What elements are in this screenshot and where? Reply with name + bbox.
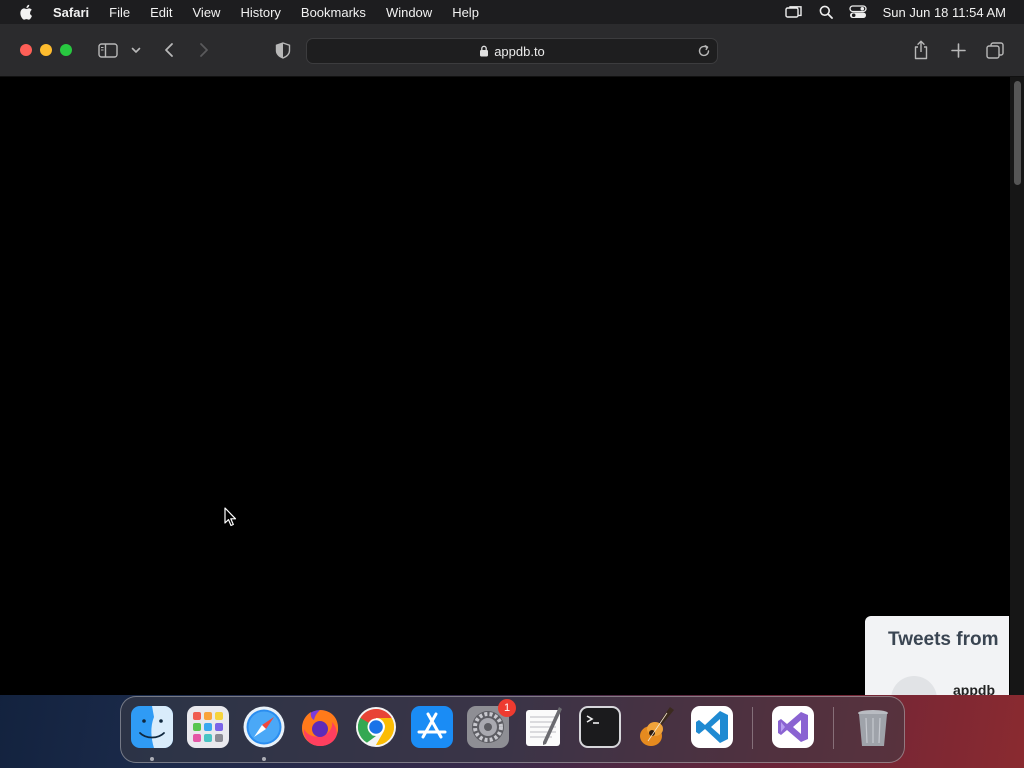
finder-running-indicator bbox=[150, 757, 154, 761]
menu-bar: Safari File Edit View History Bookmarks … bbox=[0, 0, 1024, 24]
window-close-button[interactable] bbox=[20, 44, 32, 56]
menu-help[interactable]: Help bbox=[452, 5, 479, 20]
dock-item-app-store[interactable] bbox=[410, 705, 454, 749]
avatar[interactable] bbox=[891, 676, 937, 695]
tab-groups-chevron-down-icon[interactable] bbox=[130, 45, 142, 55]
reload-icon[interactable] bbox=[697, 44, 711, 58]
dock-separator bbox=[752, 707, 753, 749]
address-bar[interactable]: appdb.to bbox=[306, 38, 718, 64]
window-minimize-button[interactable] bbox=[40, 44, 52, 56]
finder-icon bbox=[131, 706, 173, 748]
menu-window[interactable]: Window bbox=[386, 5, 432, 20]
menu-bar-clock[interactable]: Sun Jun 18 11:54 AM bbox=[883, 5, 1006, 20]
mouse-pointer-icon bbox=[224, 507, 237, 527]
apple-menu-icon[interactable] bbox=[18, 3, 36, 21]
window-zoom-button[interactable] bbox=[60, 44, 72, 56]
dock-item-trash[interactable] bbox=[851, 705, 895, 749]
dock-item-launchpad[interactable] bbox=[186, 705, 230, 749]
menu-history[interactable]: History bbox=[240, 5, 280, 20]
sidebar-toggle-icon[interactable] bbox=[97, 41, 119, 59]
menu-edit[interactable]: Edit bbox=[150, 5, 172, 20]
safari-icon bbox=[243, 706, 285, 748]
address-bar-url: appdb.to bbox=[494, 43, 545, 59]
textedit-icon bbox=[526, 707, 562, 746]
menu-view[interactable]: View bbox=[193, 5, 221, 20]
menu-file[interactable]: File bbox=[109, 5, 130, 20]
twitter-widget-title: Tweets from bbox=[888, 629, 999, 650]
dock-item-vscode[interactable] bbox=[690, 705, 734, 749]
firefox-icon bbox=[302, 710, 339, 746]
dock: 1 bbox=[120, 696, 905, 763]
garageband-icon bbox=[640, 707, 674, 746]
tab-overview-icon[interactable] bbox=[986, 41, 1004, 59]
notification-badge: 1 bbox=[498, 699, 516, 717]
launchpad-icon bbox=[187, 706, 229, 748]
page-scrollbar[interactable] bbox=[1010, 77, 1024, 695]
trash-icon bbox=[858, 710, 888, 746]
menu-bookmarks[interactable]: Bookmarks bbox=[301, 5, 366, 20]
dock-item-finder[interactable] bbox=[130, 705, 174, 749]
dock-item-system-settings[interactable]: 1 bbox=[466, 699, 516, 749]
twitter-timeline-widget[interactable]: Tweets from appdb bbox=[865, 616, 1009, 695]
web-page-content[interactable]: Tweets from appdb bbox=[0, 77, 1024, 695]
twitter-account-name[interactable]: appdb bbox=[953, 682, 995, 695]
app-store-icon bbox=[411, 706, 453, 748]
spotlight-search-icon[interactable] bbox=[817, 4, 835, 20]
lock-icon bbox=[480, 45, 489, 57]
dock-item-chrome[interactable] bbox=[354, 705, 398, 749]
safari-toolbar: appdb.to bbox=[0, 24, 1024, 77]
dock-item-safari[interactable] bbox=[242, 705, 286, 749]
dock-item-garageband[interactable] bbox=[634, 705, 678, 749]
back-chevron-icon[interactable] bbox=[161, 41, 177, 59]
new-tab-plus-icon[interactable] bbox=[949, 41, 967, 59]
menu-extras: Sun Jun 18 11:54 AM bbox=[771, 0, 1006, 24]
dock-item-visual-studio[interactable] bbox=[771, 705, 815, 749]
chrome-icon bbox=[356, 707, 396, 747]
forward-chevron-icon[interactable] bbox=[196, 41, 212, 59]
dock-item-firefox[interactable] bbox=[298, 705, 342, 749]
menu-app-safari[interactable]: Safari bbox=[53, 5, 89, 20]
screen-mirroring-icon[interactable] bbox=[784, 4, 803, 20]
control-center-icon[interactable] bbox=[848, 4, 867, 20]
visual-studio-icon bbox=[772, 706, 814, 748]
share-icon[interactable] bbox=[912, 39, 930, 61]
page-scrollbar-thumb[interactable] bbox=[1014, 81, 1021, 185]
privacy-shield-icon[interactable] bbox=[274, 41, 292, 59]
safari-running-indicator bbox=[262, 757, 266, 761]
dock-item-textedit[interactable] bbox=[522, 705, 566, 749]
vscode-icon bbox=[691, 706, 733, 748]
dock-item-terminal[interactable] bbox=[578, 705, 622, 749]
dock-separator bbox=[833, 707, 834, 749]
terminal-icon bbox=[579, 706, 621, 748]
